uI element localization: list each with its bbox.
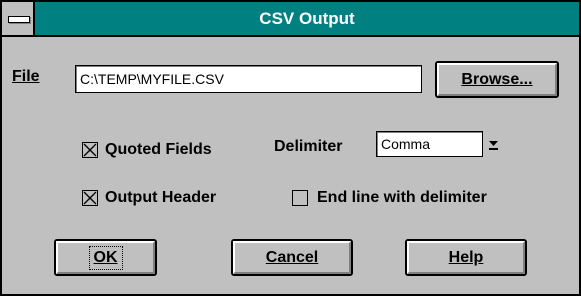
x-check-icon	[83, 143, 97, 157]
csv-output-dialog: CSV Output File C:\TEMP\MYFILE.CSV Brows…	[0, 0, 581, 296]
browse-button-label: Browse...	[461, 70, 533, 88]
system-menu-button[interactable]	[2, 2, 35, 35]
quoted-fields-checkbox[interactable]	[82, 142, 98, 158]
window-title: CSV Output	[259, 9, 355, 28]
browse-button[interactable]: Browse...	[435, 61, 559, 98]
delimiter-label: Delimiter	[274, 138, 343, 155]
output-header-label[interactable]: Output Header	[105, 189, 216, 207]
output-header-checkbox[interactable]	[82, 190, 98, 206]
quoted-fields-label[interactable]: Quoted Fields	[105, 141, 212, 159]
help-button[interactable]: Help	[405, 239, 527, 276]
end-line-with-delimiter-checkbox[interactable]	[292, 190, 308, 206]
delimiter-dropdown-button[interactable]	[482, 131, 504, 157]
ok-button-label: OK	[88, 245, 123, 270]
system-menu-icon	[8, 16, 30, 23]
file-label-text: File	[12, 68, 40, 85]
file-label: File	[12, 68, 40, 86]
x-check-icon	[83, 191, 97, 205]
cancel-button-label: Cancel	[265, 248, 319, 266]
end-line-with-delimiter-label[interactable]: End line with delimiter	[317, 189, 487, 207]
ok-button[interactable]: OK	[54, 239, 157, 276]
cancel-button[interactable]: Cancel	[231, 239, 353, 276]
delimiter-select[interactable]: Comma	[376, 131, 504, 157]
dropdown-arrow-icon	[489, 141, 498, 150]
file-path-input[interactable]: C:\TEMP\MYFILE.CSV	[75, 65, 422, 93]
title-bar[interactable]: CSV Output	[2, 2, 579, 37]
help-button-label: Help	[448, 248, 484, 266]
